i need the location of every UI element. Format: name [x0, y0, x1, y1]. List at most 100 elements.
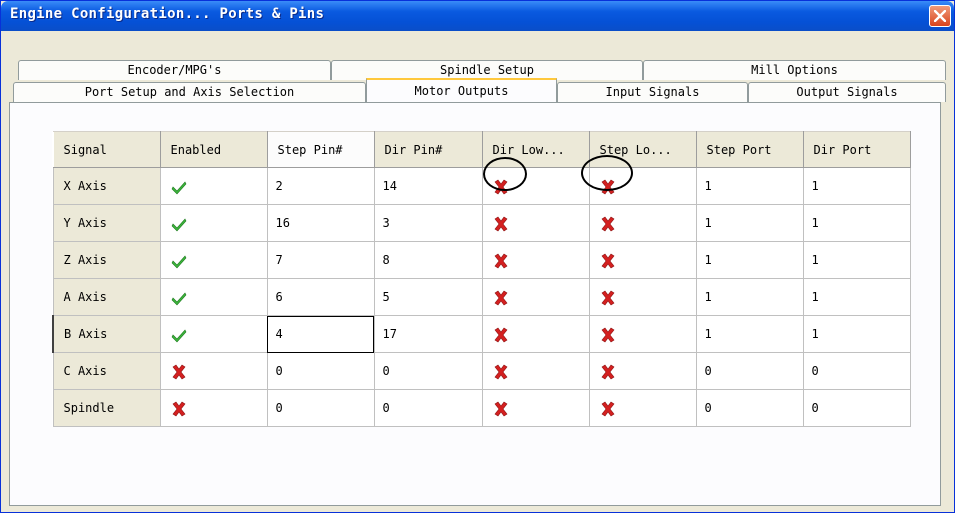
step-port-cell[interactable]: 1 — [695, 241, 804, 279]
check-icon — [171, 217, 186, 231]
enabled-cell[interactable] — [159, 278, 268, 316]
step-port-cell[interactable]: 1 — [695, 167, 804, 205]
dir-pin-cell[interactable]: 8 — [373, 241, 483, 279]
dir-pin-cell[interactable]: 5 — [373, 278, 483, 316]
dir-port-cell[interactable]: 1 — [802, 204, 911, 242]
x-icon — [601, 364, 614, 379]
dir-port-cell[interactable]: 0 — [802, 352, 911, 390]
enabled-cell[interactable] — [159, 204, 268, 242]
table-row: X Axis 2 14 1 1 — [52, 167, 911, 205]
x-icon — [601, 401, 614, 416]
table-row: Spindle 0 0 0 0 — [52, 389, 911, 427]
col-header-step-port[interactable]: Step Port — [695, 131, 804, 168]
dir-port-cell[interactable]: 1 — [802, 167, 911, 205]
tab-mill-options[interactable]: Mill Options — [643, 60, 946, 80]
step-low-cell[interactable] — [588, 204, 697, 242]
col-header-step-pin[interactable]: Step Pin# — [266, 131, 375, 168]
tab-label: Mill Options — [751, 63, 838, 77]
step-low-cell[interactable] — [588, 352, 697, 390]
x-icon — [494, 327, 507, 342]
dir-low-cell[interactable] — [481, 241, 590, 279]
tab-motor-outputs[interactable]: Motor Outputs — [366, 78, 557, 102]
dir-low-cell[interactable] — [481, 389, 590, 427]
col-header-dir-port[interactable]: Dir Port — [802, 131, 911, 168]
x-icon — [601, 216, 614, 231]
dir-port-cell[interactable]: 1 — [802, 241, 911, 279]
row-header[interactable]: Y Axis — [52, 204, 161, 242]
tab-label: Output Signals — [796, 85, 898, 99]
enabled-cell[interactable] — [159, 315, 268, 353]
step-port-cell[interactable]: 1 — [695, 204, 804, 242]
x-icon — [494, 401, 507, 416]
enabled-cell[interactable] — [159, 167, 268, 205]
enabled-cell[interactable] — [159, 241, 268, 279]
step-pin-cell[interactable]: 7 — [266, 241, 375, 279]
annotation-circle-dir-low — [483, 157, 527, 191]
title-bar[interactable]: Engine Configuration... Ports & Pins — [1, 1, 954, 31]
tab-input-signals[interactable]: Input Signals — [557, 82, 748, 102]
check-icon — [171, 254, 186, 268]
tab-label: Motor Outputs — [414, 84, 509, 98]
motor-outputs-table: Signal Enabled Step Pin# Dir Pin# Dir Lo… — [52, 131, 911, 427]
check-icon — [171, 328, 186, 342]
row-header[interactable]: X Axis — [52, 167, 161, 205]
row-header[interactable]: C Axis — [52, 352, 161, 390]
x-icon — [172, 364, 185, 379]
tab-spindle-setup[interactable]: Spindle Setup — [331, 60, 643, 80]
enabled-cell[interactable] — [159, 352, 268, 390]
step-pin-cell[interactable]: 6 — [266, 278, 375, 316]
row-header[interactable]: Spindle — [52, 389, 161, 427]
col-header-enabled[interactable]: Enabled — [159, 131, 268, 168]
tab-output-signals[interactable]: Output Signals — [748, 82, 946, 102]
step-low-cell[interactable] — [588, 241, 697, 279]
col-header-dir-pin[interactable]: Dir Pin# — [373, 131, 483, 168]
step-port-cell[interactable]: 0 — [695, 352, 804, 390]
dir-pin-cell[interactable]: 14 — [373, 167, 483, 205]
step-port-cell[interactable]: 0 — [695, 389, 804, 427]
dir-low-cell[interactable] — [481, 278, 590, 316]
dir-pin-cell[interactable]: 17 — [373, 315, 483, 353]
step-pin-cell[interactable]: 16 — [266, 204, 375, 242]
annotation-circle-step-low — [581, 155, 633, 191]
x-icon — [601, 253, 614, 268]
step-pin-cell[interactable]: 4 — [266, 315, 375, 353]
table-row: Z Axis 7 8 1 1 — [52, 241, 911, 279]
col-header-signal[interactable]: Signal — [52, 131, 161, 168]
check-icon — [171, 291, 186, 305]
step-low-cell[interactable] — [588, 389, 697, 427]
dir-low-cell[interactable] — [481, 315, 590, 353]
enabled-cell[interactable] — [159, 389, 268, 427]
dir-low-cell[interactable] — [481, 204, 590, 242]
dir-low-cell[interactable] — [481, 352, 590, 390]
dir-port-cell[interactable]: 1 — [802, 315, 911, 353]
step-low-cell[interactable] — [588, 278, 697, 316]
step-port-cell[interactable]: 1 — [695, 278, 804, 316]
dir-port-cell[interactable]: 0 — [802, 389, 911, 427]
row-header[interactable]: B Axis — [52, 315, 161, 353]
tab-encoder-mpg[interactable]: Encoder/MPG's — [18, 60, 331, 80]
step-pin-cell[interactable]: 2 — [266, 167, 375, 205]
row-header[interactable]: A Axis — [52, 278, 161, 316]
tab-port-setup[interactable]: Port Setup and Axis Selection — [13, 82, 366, 102]
x-icon — [172, 401, 185, 416]
x-icon — [494, 253, 507, 268]
step-low-cell[interactable] — [588, 315, 697, 353]
x-icon — [494, 364, 507, 379]
step-pin-cell[interactable]: 0 — [266, 389, 375, 427]
dir-pin-cell[interactable]: 0 — [373, 389, 483, 427]
dir-pin-cell[interactable]: 0 — [373, 352, 483, 390]
tab-label: Port Setup and Axis Selection — [84, 85, 295, 99]
dir-port-cell[interactable]: 1 — [802, 278, 911, 316]
tab-label: Spindle Setup — [440, 63, 534, 77]
table-row: A Axis 6 5 1 1 — [52, 278, 911, 316]
step-port-cell[interactable]: 1 — [695, 315, 804, 353]
x-icon — [601, 290, 614, 305]
table-row: C Axis 0 0 0 0 — [52, 352, 911, 390]
row-header[interactable]: Z Axis — [52, 241, 161, 279]
dir-pin-cell[interactable]: 3 — [373, 204, 483, 242]
x-icon — [494, 290, 507, 305]
step-pin-cell[interactable]: 0 — [266, 352, 375, 390]
check-icon — [171, 180, 186, 194]
close-button[interactable] — [929, 5, 951, 27]
table-row: Y Axis 16 3 1 1 — [52, 204, 911, 242]
